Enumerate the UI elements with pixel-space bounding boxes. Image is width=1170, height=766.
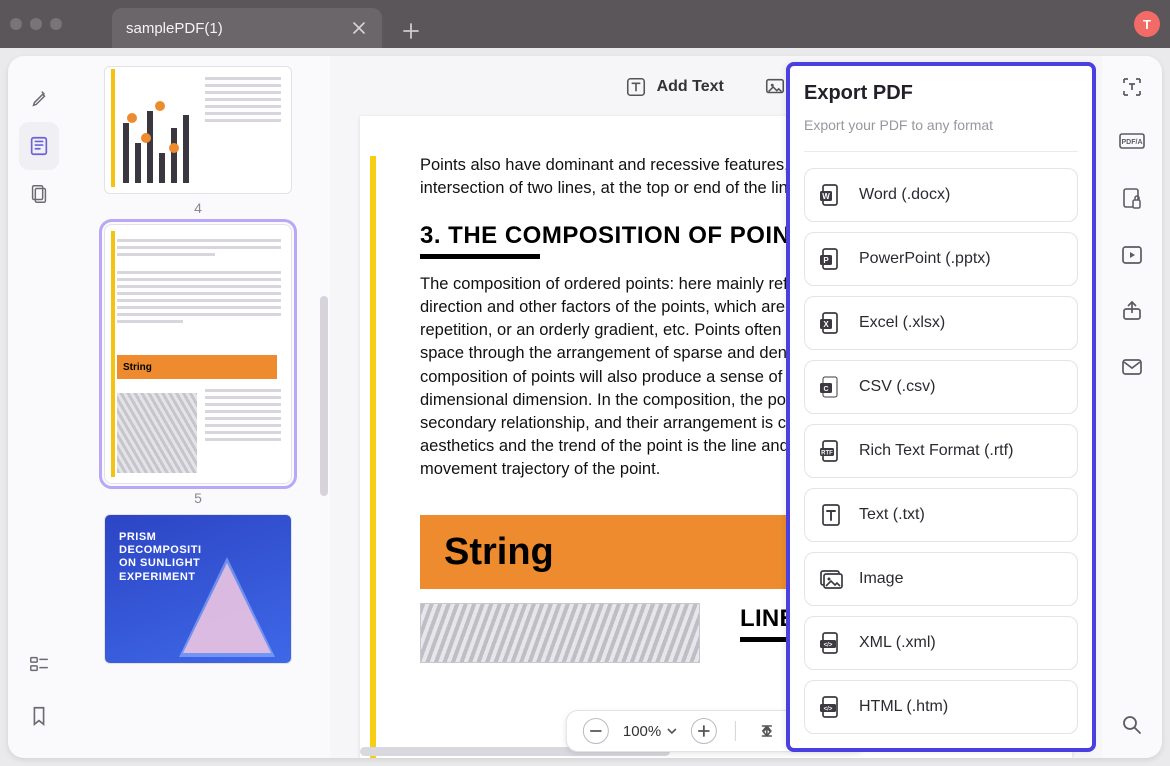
add-text-label: Add Text (657, 78, 724, 96)
heading-underline (420, 254, 540, 259)
thumb6-line2: DECOMPOSITI (119, 544, 202, 557)
search-button[interactable] (1117, 710, 1147, 740)
tab-strip: samplePDF(1) (112, 0, 428, 48)
svg-text:</>: </> (824, 707, 833, 713)
window-controls (10, 18, 62, 30)
tab-samplepdf[interactable]: samplePDF(1) (112, 8, 382, 48)
string-banner-text: String (444, 531, 554, 574)
zoom-in-button[interactable] (691, 718, 717, 744)
export-powerpoint-button[interactable]: P PowerPoint (.pptx) (804, 232, 1078, 286)
export-excel-button[interactable]: X Excel (.xlsx) (804, 296, 1078, 350)
window-zoom-dot[interactable] (50, 18, 62, 30)
svg-text:P: P (823, 256, 829, 265)
page-left-color-edge (370, 156, 376, 758)
pages-tool-button[interactable] (19, 170, 59, 218)
export-powerpoint-label: PowerPoint (.pptx) (859, 250, 991, 268)
export-excel-label: Excel (.xlsx) (859, 314, 945, 332)
document-window: 4 String 5 PRISM DECOMPOSITI (8, 56, 1162, 758)
export-csv-button[interactable]: C CSV (.csv) (804, 360, 1078, 414)
export-word-button[interactable]: W Word (.docx) (804, 168, 1078, 222)
window-minimize-dot[interactable] (30, 18, 42, 30)
add-text-button[interactable]: Add Text (625, 76, 724, 98)
svg-text:W: W (822, 192, 830, 201)
thumbnails-panel-button[interactable] (19, 122, 59, 170)
word-file-icon: W (819, 183, 843, 207)
html-file-icon: </> (819, 695, 843, 719)
export-csv-label: CSV (.csv) (859, 378, 935, 396)
powerpoint-file-icon: P (819, 247, 843, 271)
export-pdf-panel: Export PDF Export your PDF to any format… (786, 62, 1096, 752)
export-subtitle: Export your PDF to any format (804, 117, 1078, 133)
export-image-label: Image (859, 570, 903, 588)
thumbnail-panel: 4 String 5 PRISM DECOMPOSITI (70, 56, 330, 758)
zoom-out-button[interactable] (583, 718, 609, 744)
email-tool-button[interactable] (1117, 352, 1147, 382)
pdfa-tool-button[interactable]: PDF/A (1117, 128, 1147, 158)
zoom-value: 100% (623, 723, 661, 740)
image-file-icon (819, 567, 843, 591)
svg-text:PDF/A: PDF/A (1122, 139, 1143, 146)
right-tool-rail: PDF/A (1102, 56, 1162, 758)
export-rtf-button[interactable]: RTF Rich Text Format (.rtf) (804, 424, 1078, 478)
close-icon[interactable] (350, 19, 368, 37)
xml-file-icon: </> (819, 631, 843, 655)
export-text-button[interactable]: Text (.txt) (804, 488, 1078, 542)
left-tool-rail (8, 56, 70, 758)
excel-file-icon: X (819, 311, 843, 335)
csv-file-icon: C (819, 375, 843, 399)
export-xml-button[interactable]: </> XML (.xml) (804, 616, 1078, 670)
text-icon (625, 76, 647, 98)
new-tab-button[interactable] (394, 14, 428, 48)
zoom-level[interactable]: 100% (623, 723, 677, 740)
protect-tool-button[interactable] (1117, 184, 1147, 214)
page-figure (420, 603, 700, 663)
form-tool-button[interactable] (19, 640, 59, 688)
image-icon (764, 76, 786, 98)
export-word-label: Word (.docx) (859, 186, 950, 204)
thumbnail-page-number: 5 (194, 490, 202, 506)
export-image-button[interactable]: Image (804, 552, 1078, 606)
svg-text:X: X (823, 320, 829, 329)
tab-label: samplePDF(1) (126, 20, 223, 37)
bookmark-tool-button[interactable] (19, 692, 59, 740)
export-divider (804, 151, 1078, 152)
thumb6-line1: PRISM (119, 531, 202, 544)
window-titlebar: samplePDF(1) T (0, 0, 1170, 48)
highlighter-tool-button[interactable] (19, 74, 59, 122)
ocr-tool-button[interactable] (1117, 72, 1147, 102)
thumbnail-scrollbar[interactable] (320, 296, 328, 496)
export-text-label: Text (.txt) (859, 506, 925, 524)
text-file-icon (819, 503, 843, 527)
thumb-string-label: String (123, 362, 152, 373)
export-html-button[interactable]: </> HTML (.htm) (804, 680, 1078, 734)
window-close-dot[interactable] (10, 18, 22, 30)
rtf-file-icon: RTF (819, 439, 843, 463)
go-first-page-button[interactable] (754, 718, 780, 744)
thumbnail-page-4[interactable]: 4 (104, 66, 292, 216)
thumbnail-page-6[interactable]: PRISM DECOMPOSITI ON SUNLIGHT EXPERIMENT (104, 514, 292, 664)
svg-text:C: C (823, 386, 828, 393)
svg-text:</>: </> (824, 643, 833, 649)
thumbnail-page-number: 4 (194, 200, 202, 216)
chevron-down-icon (667, 726, 677, 736)
status-divider (735, 721, 736, 741)
avatar[interactable]: T (1134, 11, 1160, 37)
svg-text:RTF: RTF (821, 451, 833, 457)
app-chrome: 4 String 5 PRISM DECOMPOSITI (0, 48, 1170, 766)
export-rtf-label: Rich Text Format (.rtf) (859, 442, 1013, 460)
thumbnail-page-5[interactable]: String 5 (104, 224, 292, 506)
share-tool-button[interactable] (1117, 296, 1147, 326)
slideshow-tool-button[interactable] (1117, 240, 1147, 270)
export-xml-label: XML (.xml) (859, 634, 936, 652)
avatar-initial: T (1143, 17, 1151, 32)
export-html-label: HTML (.htm) (859, 698, 948, 716)
export-title: Export PDF (804, 82, 1078, 105)
